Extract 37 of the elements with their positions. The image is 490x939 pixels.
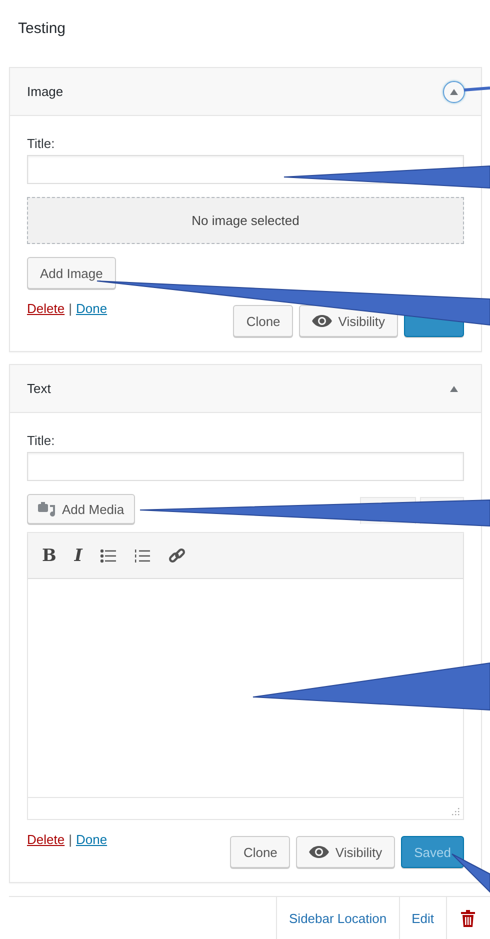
link-icon[interactable] (168, 546, 186, 564)
title-label: Title: (27, 136, 56, 151)
bold-button[interactable]: B (42, 546, 56, 566)
footer-link[interactable]: Sidebar Location (276, 897, 399, 939)
italic-button[interactable]: I (74, 546, 82, 566)
page-title: Testing (17, 19, 67, 39)
trash-icon[interactable] (461, 910, 475, 927)
media-icon (38, 502, 56, 516)
toggle-button[interactable] (443, 80, 465, 102)
text-editor[interactable]: B I (27, 532, 464, 820)
bulleted-list-icon[interactable] (100, 548, 116, 562)
clone-button[interactable]: Clone (230, 836, 290, 868)
delete-link[interactable]: Delete (27, 832, 65, 847)
delete-link[interactable]: Delete (27, 301, 65, 316)
widget-title: Text (27, 381, 51, 396)
add-media-button[interactable]: Add Media (27, 494, 136, 524)
eye-icon (312, 315, 332, 327)
link-separator: | (68, 832, 72, 847)
resize-handle-icon[interactable] (451, 807, 460, 816)
title-input[interactable] (27, 452, 464, 481)
visibility-button[interactable]: Visibility (296, 836, 396, 868)
clone-button[interactable]: Clone (233, 305, 294, 337)
image-drop-area[interactable]: No image selected (27, 197, 464, 244)
widget-header[interactable]: Text (10, 365, 481, 413)
footer-link[interactable]: Edit (398, 897, 446, 939)
callout-tooltip (452, 854, 490, 894)
link-separator: | (68, 301, 72, 316)
no-image-message: No image selected (192, 213, 300, 228)
numbered-list-icon[interactable] (134, 548, 150, 562)
eye-icon (309, 846, 330, 858)
done-link[interactable]: Done (76, 832, 108, 847)
widget-title: Image (27, 84, 64, 99)
add-image-button[interactable]: Add Image (27, 257, 116, 289)
widget-header[interactable]: Image (10, 68, 481, 116)
title-label: Title: (27, 433, 56, 448)
done-link[interactable]: Done (76, 301, 108, 316)
callout-tooltip (464, 86, 490, 92)
